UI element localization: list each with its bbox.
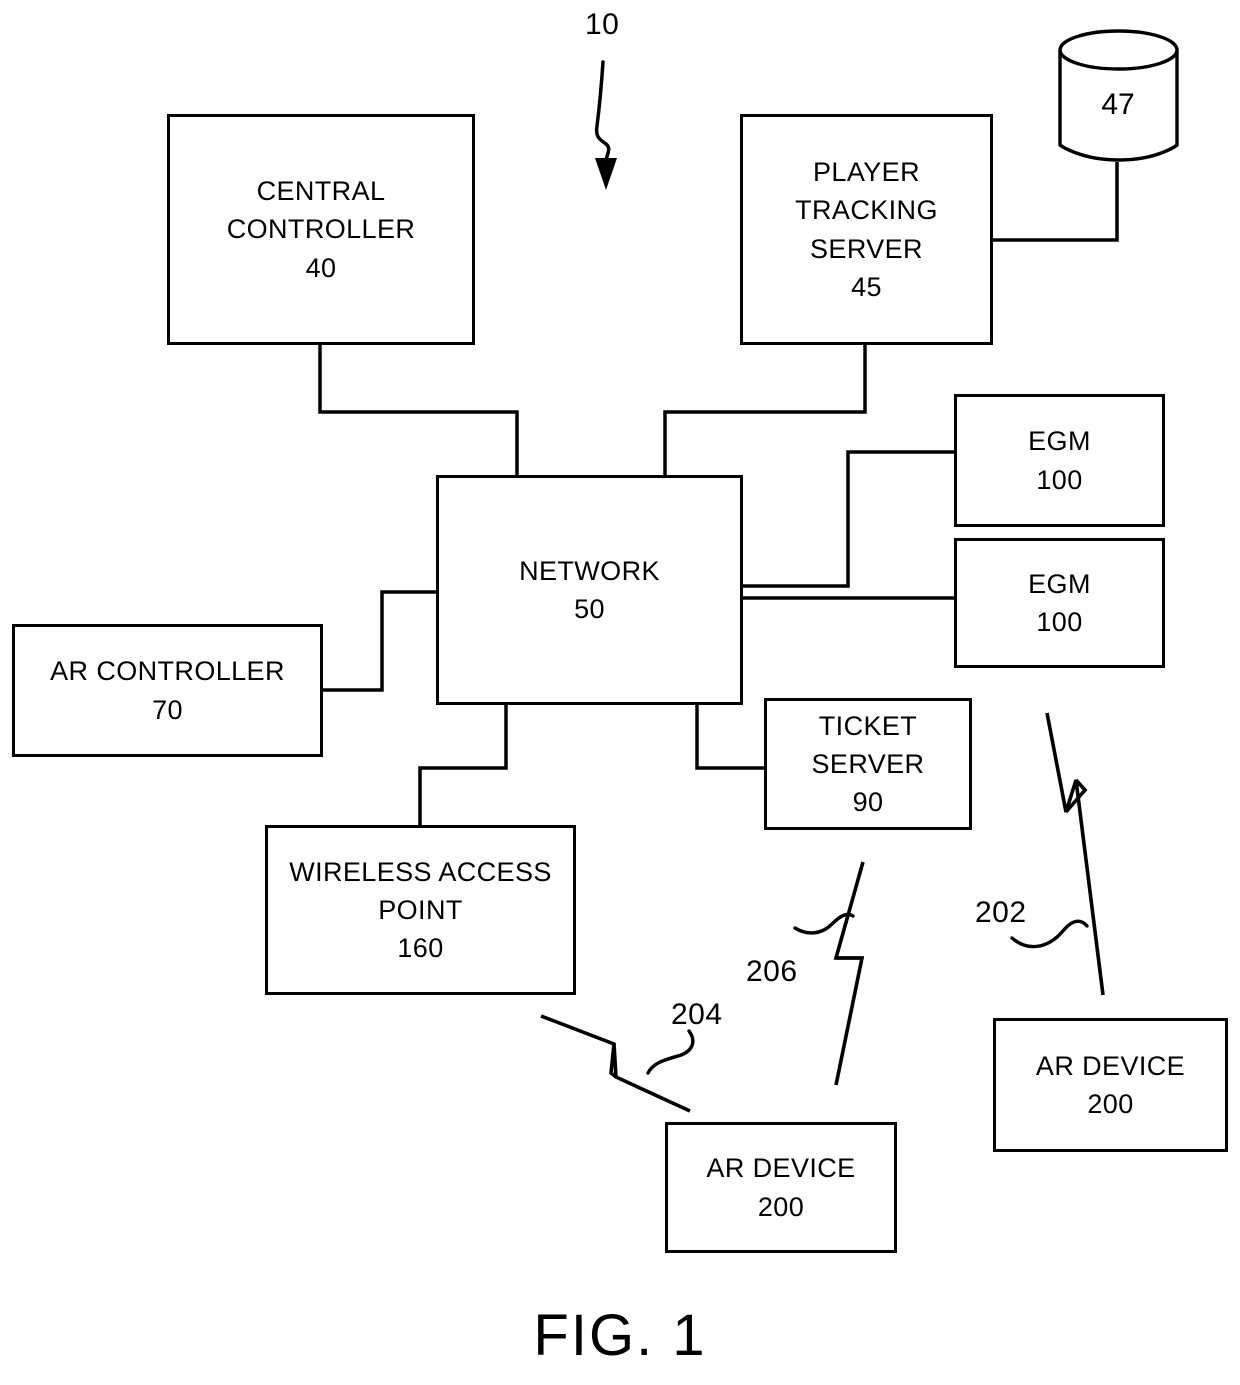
central-controller-label: CENTRAL CONTROLLER: [226, 176, 416, 245]
central-controller-box[interactable]: CENTRAL CONTROLLER 40: [167, 114, 475, 345]
player-database-cylinder[interactable]: 47: [1058, 30, 1178, 162]
wire-ar-controller-to-network: [323, 590, 438, 692]
ar-controller-ref: 70: [152, 694, 183, 725]
egm-1-box[interactable]: EGM 100: [954, 394, 1165, 527]
system-ref-label: 10: [585, 8, 620, 41]
network-box[interactable]: NETWORK 50: [436, 475, 743, 705]
player-tracking-server-box[interactable]: PLAYER TRACKING SERVER 45: [740, 114, 993, 345]
wireless-link-206-ref: 206: [746, 955, 798, 988]
wire-central-controller-to-network: [318, 345, 519, 477]
ar-controller-label: AR CONTROLLER: [50, 656, 285, 687]
network-label: NETWORK: [519, 555, 660, 586]
player-database-ref: 47: [1101, 88, 1135, 121]
ticket-server-ref: 90: [852, 787, 884, 818]
leader-curve-206: [793, 912, 855, 935]
patent-figure: 10 CENTRAL CONTROLLER 40 PLAYER TRACKING…: [0, 0, 1240, 1385]
egm-2-ref: 100: [1036, 607, 1083, 637]
ar-device-bottom-label: AR DEVICE: [706, 1153, 856, 1184]
egm-1-label: EGM: [1028, 426, 1091, 457]
player-tracking-server-ref: 45: [851, 271, 882, 302]
egm-2-box[interactable]: EGM 100: [954, 538, 1165, 668]
egm-1-ref: 100: [1036, 464, 1083, 495]
system-ref-arrow: [594, 60, 617, 190]
wire-pts-to-database: [993, 162, 1119, 242]
egm-2-label: EGM: [1028, 568, 1091, 599]
leader-curve-204: [646, 1029, 695, 1075]
player-tracking-server-label: PLAYER TRACKING SERVER: [795, 156, 938, 264]
ar-device-right-box[interactable]: AR DEVICE 200: [993, 1018, 1228, 1152]
ticket-server-label: TICKET SERVER: [811, 710, 925, 779]
figure-caption: FIG. 1: [533, 1303, 707, 1368]
ar-device-bottom-box[interactable]: AR DEVICE 200: [665, 1122, 897, 1253]
network-ref: 50: [574, 594, 605, 624]
wireless-access-point-ref: 160: [397, 933, 444, 964]
wire-network-to-egm-1: [743, 450, 956, 588]
wireless-link-202-ref: 202: [975, 896, 1027, 929]
ar-device-right-ref: 200: [1087, 1089, 1134, 1119]
ticket-server-box[interactable]: TICKET SERVER 90: [764, 698, 972, 830]
lightning-bolt-204: [540, 1014, 691, 1113]
lightning-bolt-206: [833, 861, 865, 1086]
central-controller-ref: 40: [305, 252, 337, 283]
lightning-bolt-202: [1045, 712, 1105, 996]
wireless-access-point-box[interactable]: WIRELESS ACCESS POINT 160: [265, 825, 576, 995]
ar-device-right-label: AR DEVICE: [1035, 1050, 1186, 1081]
ar-controller-box[interactable]: AR CONTROLLER 70: [12, 624, 323, 757]
wireless-link-204-ref: 204: [671, 998, 723, 1031]
wire-pts-to-network: [663, 345, 867, 477]
wireless-access-point-label: WIRELESS ACCESS POINT: [289, 856, 552, 925]
wire-network-to-ticket-server: [695, 705, 766, 770]
wire-network-to-wireless-access-point: [418, 705, 508, 827]
ar-device-bottom-ref: 200: [757, 1191, 805, 1222]
